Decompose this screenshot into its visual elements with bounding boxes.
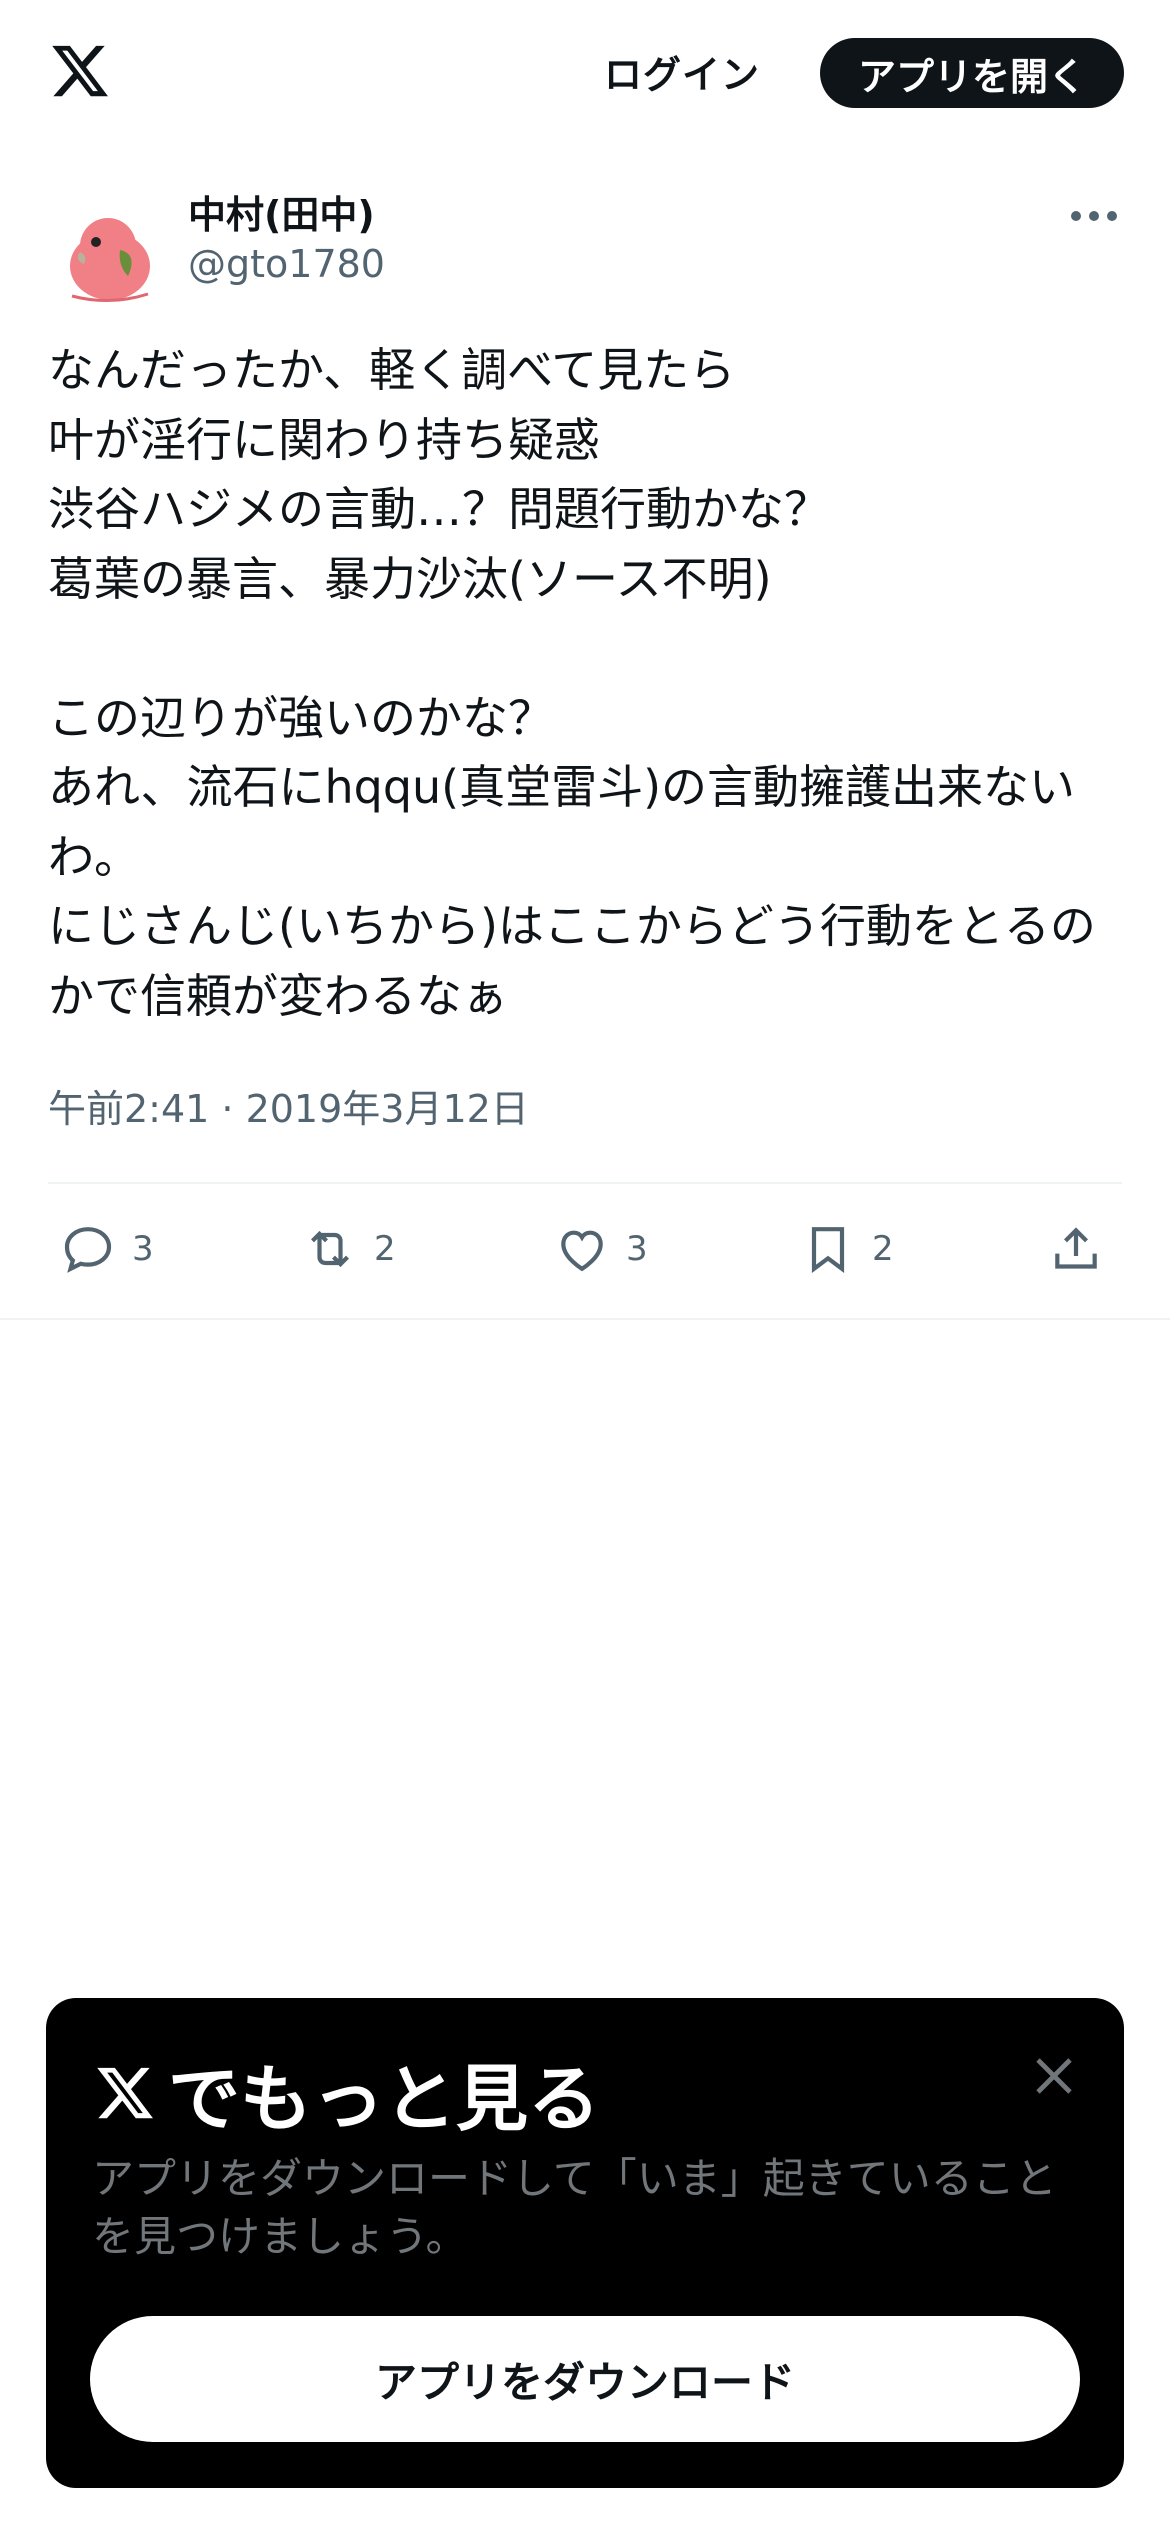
reply-button[interactable]: 3 (60, 1214, 154, 1284)
heart-icon (561, 1230, 603, 1272)
share-button[interactable] (1048, 1214, 1104, 1284)
download-app-button[interactable]: アプリをダウンロード (90, 2316, 1080, 2442)
popup-title: でもっと見る (92, 2040, 600, 2145)
author-handle[interactable]: @gto1780 (188, 242, 385, 286)
retweet-button[interactable]: 2 (302, 1214, 396, 1284)
bookmark-icon (811, 1227, 845, 1274)
x-logo-icon (97, 2067, 153, 2118)
like-button[interactable]: 3 (554, 1214, 648, 1284)
retweet-count: 2 (374, 1229, 396, 1269)
author-name[interactable]: 中村(田中) (188, 184, 375, 239)
avatar[interactable] (58, 206, 158, 306)
tweet-author: 中村(田中) @gto1780 (48, 176, 1122, 306)
bookmark-count: 2 (872, 1229, 894, 1269)
like-count: 3 (626, 1229, 648, 1269)
app-promo-popup: でもっと見る アプリをダウンロードして「いま」起きていることを見つけましょう。 … (46, 1998, 1124, 2488)
reply-icon (64, 1227, 112, 1273)
more-options-icon[interactable] (1066, 196, 1122, 236)
retweet-icon (311, 1230, 349, 1268)
popup-description: アプリをダウンロードして「いま」起きていることを見つけましょう。 (92, 2154, 1057, 2261)
top-bar: ログイン アプリを開く (0, 0, 1170, 146)
share-icon (1055, 1227, 1097, 1269)
reply-count: 3 (132, 1229, 154, 1269)
x-logo-icon[interactable] (46, 40, 114, 102)
login-link[interactable]: ログイン (604, 44, 760, 99)
tweet-timestamp[interactable]: 午前2:41 · 2019年3月12日 (48, 1078, 529, 1133)
close-icon[interactable] (1030, 2052, 1078, 2100)
divider (0, 1318, 1170, 1320)
tweet-text: なんだったか、軽く調べて見たら 叶が淫行に関わり持ち疑惑 渋谷ハジメの言動…？問… (48, 343, 1096, 1023)
open-app-button[interactable]: アプリを開く (820, 38, 1124, 108)
bookmark-button[interactable]: 2 (800, 1214, 894, 1284)
tweet-actions: 3 2 3 2 (48, 1214, 1122, 1284)
divider (48, 1182, 1122, 1184)
popup-title-text: でもっと見る (168, 2057, 601, 2141)
